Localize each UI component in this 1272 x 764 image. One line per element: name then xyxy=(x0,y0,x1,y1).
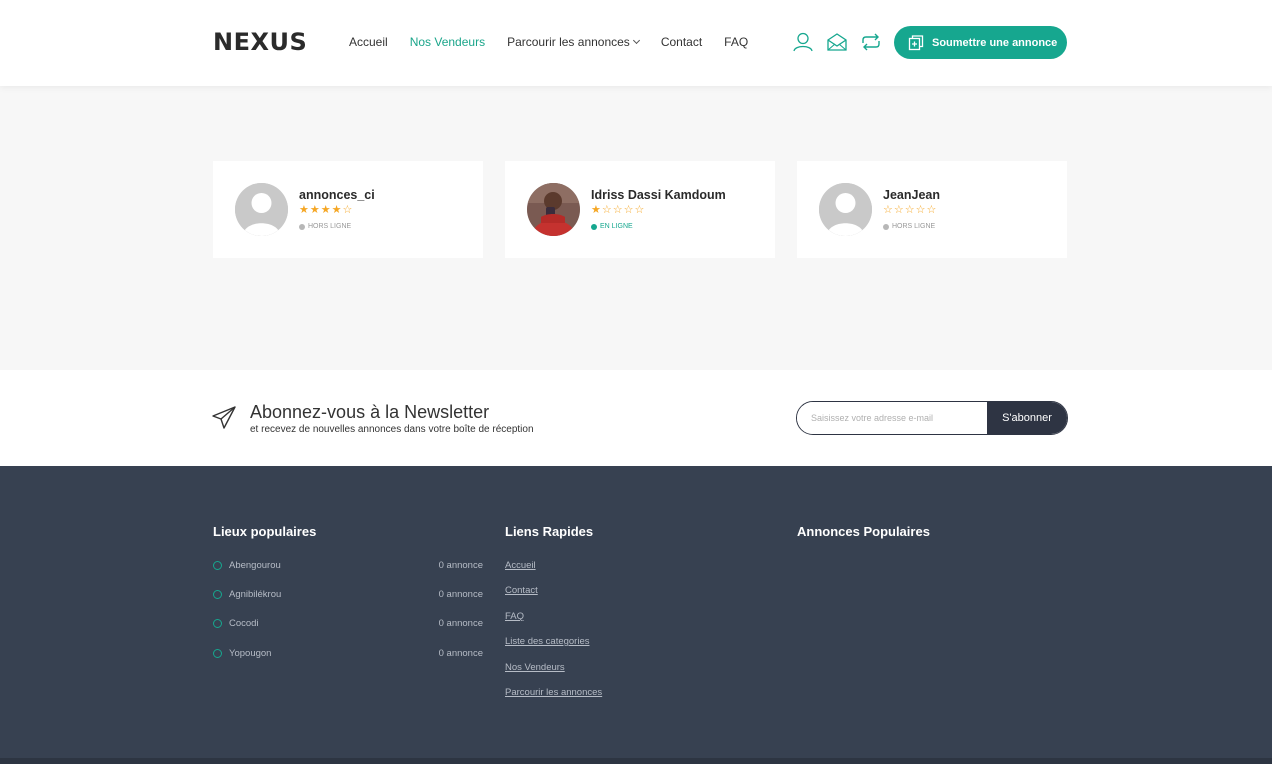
location-count: 0 annonce xyxy=(438,648,483,659)
email-field[interactable] xyxy=(797,402,987,434)
location-icon xyxy=(213,561,222,570)
avatar xyxy=(819,183,872,236)
newsletter-form: S'abonner xyxy=(796,401,1068,435)
location-name: Abengourou xyxy=(229,560,281,571)
nav-parcourir-label: Parcourir les annonces xyxy=(507,35,630,49)
star-empty-icon: ☆ xyxy=(926,204,937,216)
main-nav: Accueil Nos Vendeurs Parcourir les annon… xyxy=(349,35,748,49)
status-badge: EN LIGNE xyxy=(591,223,633,230)
nav-faq[interactable]: FAQ xyxy=(724,35,748,49)
star-empty-icon: ☆ xyxy=(623,204,634,216)
vendor-card[interactable]: Idriss Dassi Kamdoum ★ ☆ ☆ ☆ ☆ EN LIGNE xyxy=(505,161,775,258)
star-empty-icon: ☆ xyxy=(342,204,353,216)
mail-icon[interactable] xyxy=(826,32,848,52)
status-badge: HORS LIGNE xyxy=(883,223,935,230)
default-avatar-icon xyxy=(819,183,872,236)
status-dot-icon xyxy=(883,223,889,230)
vendor-rating: ★ ★ ★ ★ ☆ xyxy=(299,205,352,216)
newsletter-section: Abonnez-vous à la Newsletter et recevez … xyxy=(0,370,1272,466)
location-item[interactable]: Yopougon 0 annonce xyxy=(213,648,483,659)
vendor-card[interactable]: JeanJean ☆ ☆ ☆ ☆ ☆ HORS LIGNE xyxy=(797,161,1067,258)
nav-nos-vendeurs[interactable]: Nos Vendeurs xyxy=(410,35,485,49)
default-avatar-icon xyxy=(235,183,288,236)
vendor-rating: ★ ☆ ☆ ☆ ☆ xyxy=(591,205,644,216)
star-empty-icon: ☆ xyxy=(904,204,915,216)
quick-link-contact[interactable]: Contact xyxy=(505,585,538,596)
quick-link-accueil[interactable]: Accueil xyxy=(505,560,536,571)
vendor-name[interactable]: Idriss Dassi Kamdoum xyxy=(591,188,726,202)
avatar xyxy=(527,183,580,236)
paper-plane-icon xyxy=(212,406,236,429)
popular-ads-title: Annonces Populaires xyxy=(797,524,930,539)
star-full-icon: ★ xyxy=(299,204,309,216)
location-icon xyxy=(213,619,222,628)
vendor-name[interactable]: annonces_ci xyxy=(299,188,375,202)
star-full-icon: ★ xyxy=(320,204,331,216)
quick-links-title: Liens Rapides xyxy=(505,524,594,539)
location-name: Yopougon xyxy=(229,648,272,659)
vendor-name[interactable]: JeanJean xyxy=(883,188,940,202)
star-full-icon: ★ xyxy=(331,204,342,216)
exchange-icon[interactable] xyxy=(860,32,882,52)
location-count: 0 annonce xyxy=(438,560,483,571)
add-document-icon xyxy=(908,34,924,50)
star-full-icon: ★ xyxy=(591,204,601,216)
site-logo[interactable]: NEXUS xyxy=(213,28,307,56)
nav-contact[interactable]: Contact xyxy=(661,35,702,49)
footer-bottom-bar xyxy=(0,758,1272,764)
nav-parcourir-annonces[interactable]: Parcourir les annonces xyxy=(507,35,640,49)
nav-accueil[interactable]: Accueil xyxy=(349,35,388,49)
star-empty-icon: ☆ xyxy=(893,204,904,216)
newsletter-subtitle: et recevez de nouvelles annonces dans vo… xyxy=(250,424,534,435)
status-label: HORS LIGNE xyxy=(892,223,936,230)
location-count: 0 annonce xyxy=(438,618,483,629)
location-count: 0 annonce xyxy=(438,589,483,600)
location-name: Agnibilékrou xyxy=(229,589,282,600)
status-badge: HORS LIGNE xyxy=(299,223,351,230)
submit-listing-label: Soumettre une annonce xyxy=(932,36,1058,49)
newsletter-title: Abonnez-vous à la Newsletter xyxy=(250,402,490,422)
location-item[interactable]: Abengourou 0 annonce xyxy=(213,560,483,571)
star-empty-icon: ☆ xyxy=(915,204,926,216)
status-label: HORS LIGNE xyxy=(308,223,352,230)
popular-places-title: Lieux populaires xyxy=(213,524,317,539)
star-full-icon: ★ xyxy=(309,204,320,216)
quick-link-categories[interactable]: Liste des categories xyxy=(505,636,590,647)
quick-link-vendeurs[interactable]: Nos Vendeurs xyxy=(505,662,565,673)
quick-link-faq[interactable]: FAQ xyxy=(505,611,524,622)
status-label: EN LIGNE xyxy=(600,223,633,230)
user-icon[interactable] xyxy=(792,32,814,52)
location-item[interactable]: Agnibilékrou 0 annonce xyxy=(213,589,483,600)
location-name: Cocodi xyxy=(229,618,259,629)
quick-link-parcourir[interactable]: Parcourir les annonces xyxy=(505,687,602,698)
subscribe-button[interactable]: S'abonner xyxy=(987,402,1067,434)
location-icon xyxy=(213,590,222,599)
status-dot-icon xyxy=(299,223,305,230)
vendor-rating: ☆ ☆ ☆ ☆ ☆ xyxy=(883,205,936,216)
location-item[interactable]: Cocodi 0 annonce xyxy=(213,618,483,629)
star-empty-icon: ☆ xyxy=(601,204,612,216)
submit-listing-button[interactable]: Soumettre une annonce xyxy=(894,26,1067,59)
site-footer: Lieux populaires Liens Rapides Annonces … xyxy=(0,466,1272,764)
star-empty-icon: ☆ xyxy=(612,204,623,216)
location-icon xyxy=(213,649,222,658)
status-dot-icon xyxy=(591,223,597,230)
vendor-card[interactable]: annonces_ci ★ ★ ★ ★ ☆ HORS LIGNE xyxy=(213,161,483,258)
vendor-photo xyxy=(527,183,580,236)
site-header: NEXUS Accueil Nos Vendeurs Parcourir les… xyxy=(0,0,1272,86)
chevron-down-icon xyxy=(632,36,640,45)
avatar xyxy=(235,183,288,236)
star-empty-icon: ☆ xyxy=(883,204,893,216)
star-empty-icon: ☆ xyxy=(634,204,645,216)
